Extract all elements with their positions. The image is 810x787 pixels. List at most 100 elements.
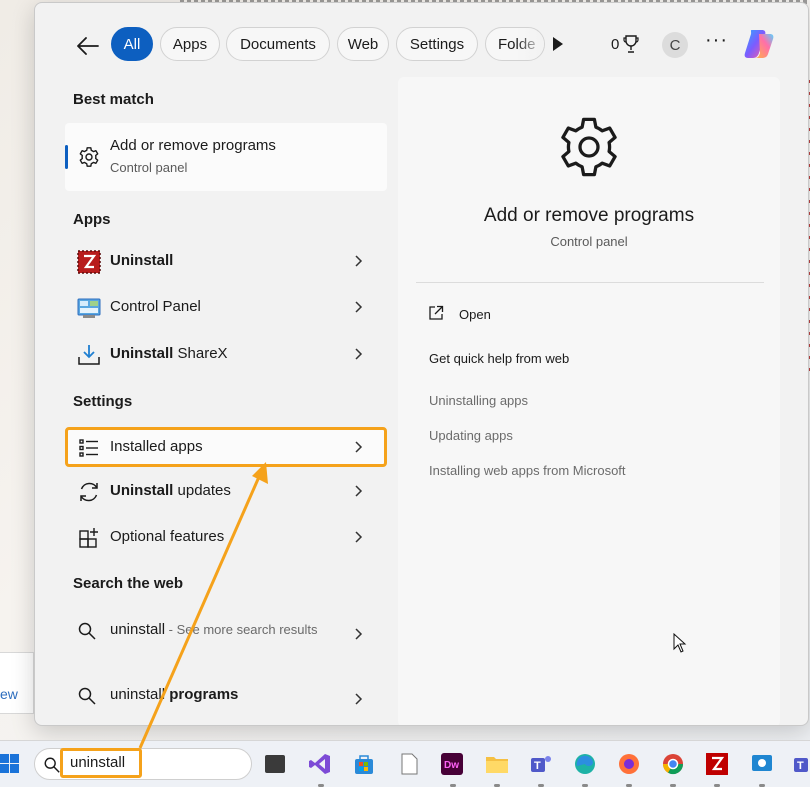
tab-apps[interactable]: Apps <box>160 27 220 61</box>
tab-documents[interactable]: Documents <box>226 27 330 61</box>
app-result-uninstall-sharex[interactable]: Uninstall ShareX <box>65 334 387 374</box>
setting-result-installed-apps[interactable]: Installed apps <box>65 427 387 467</box>
open-label: Open <box>459 307 491 322</box>
best-match-result[interactable]: Add or remove programs Control panel <box>65 123 387 191</box>
tab-all[interactable]: All <box>111 27 153 61</box>
arrow-left-icon <box>77 37 99 55</box>
rest-text: Control Panel <box>110 298 201 315</box>
file-explorer-icon[interactable] <box>485 752 509 776</box>
result-title: Add or remove programs <box>110 137 276 154</box>
gear-icon <box>561 117 617 177</box>
store-icon[interactable] <box>352 752 376 776</box>
query-text: uninstall <box>110 621 166 638</box>
app-result-control-panel[interactable]: Control Panel <box>65 287 387 327</box>
tab-label: Apps <box>172 35 208 53</box>
svg-text:T: T <box>797 760 804 772</box>
see-more-text: - See more search results <box>165 622 318 637</box>
chrome-icon[interactable] <box>661 752 685 776</box>
selection-indicator <box>65 145 68 169</box>
taskbar: uninstall Dw T T <box>0 740 810 787</box>
download-tray-icon <box>78 345 100 365</box>
result-label: Uninstall <box>110 252 173 269</box>
chevron-right-icon[interactable] <box>351 627 365 641</box>
teams-icon-2[interactable]: T <box>792 752 810 776</box>
filezilla-uninstall-icon <box>77 250 101 274</box>
gear-icon <box>79 147 99 167</box>
setting-result-optional-features[interactable]: Optional features <box>65 517 387 557</box>
app-result-uninstall[interactable]: Uninstall <box>65 241 387 281</box>
back-button[interactable] <box>75 33 101 59</box>
preview-subtitle: Control panel <box>550 234 628 249</box>
tab-settings[interactable]: Settings <box>396 27 478 61</box>
tab-folders[interactable]: Folde <box>485 27 545 61</box>
chevron-right-icon[interactable] <box>351 347 365 361</box>
suggestion-text: programs <box>165 686 239 703</box>
web-result-uninstall-programs[interactable]: uninstall programs <box>65 680 387 725</box>
rest-text: Optional features <box>110 528 225 545</box>
avatar[interactable]: C <box>662 32 688 58</box>
rewards-points[interactable]: 0 <box>611 35 639 53</box>
query-text: uninstall <box>110 686 166 703</box>
edge-icon[interactable] <box>573 752 597 776</box>
firefox-icon[interactable] <box>617 752 641 776</box>
result-label: Control Panel <box>110 298 201 315</box>
quick-help-link[interactable]: Installing web apps from Microsoft <box>429 463 626 478</box>
copilot-icon[interactable] <box>742 27 776 61</box>
chevron-right-icon[interactable] <box>351 300 365 314</box>
svg-text:T: T <box>534 760 541 772</box>
filezilla-icon[interactable] <box>705 752 729 776</box>
quick-help-link[interactable]: Updating apps <box>429 428 513 443</box>
quick-help-link[interactable]: Uninstalling apps <box>429 393 528 408</box>
match-text: Uninstall <box>110 482 174 499</box>
chevron-right-icon[interactable] <box>351 530 365 544</box>
filter-bar: All Apps Documents Web Settings Folde 0 … <box>35 27 808 63</box>
desktop-app-icon[interactable] <box>265 755 285 773</box>
settings-heading: Settings <box>73 393 133 410</box>
result-subtitle: Control panel <box>110 160 188 175</box>
tab-web[interactable]: Web <box>337 27 389 61</box>
visual-studio-icon[interactable] <box>308 752 332 776</box>
trophy-icon <box>623 35 639 53</box>
background-card <box>0 652 34 714</box>
background-link[interactable]: ew <box>0 686 18 702</box>
result-label: Installed apps <box>110 438 203 455</box>
dreamweaver-icon[interactable]: Dw <box>440 752 464 776</box>
tab-label: All <box>123 35 141 53</box>
chevron-right-icon[interactable] <box>351 254 365 268</box>
search-input[interactable]: uninstall <box>60 748 142 778</box>
windows-start-icon[interactable] <box>0 754 20 774</box>
remote-app-icon[interactable] <box>750 752 774 776</box>
teams-icon[interactable]: T <box>529 752 553 776</box>
add-grid-icon <box>79 528 98 548</box>
search-panel: All Apps Documents Web Settings Folde 0 … <box>34 2 809 726</box>
rest-text: updates <box>173 482 231 499</box>
more-filters-icon[interactable] <box>553 37 563 51</box>
setting-result-uninstall-updates[interactable]: Uninstall updates <box>65 471 387 511</box>
result-label: Optional features <box>110 528 224 545</box>
apps-heading: Apps <box>73 211 111 228</box>
tab-label: Settings <box>409 35 465 53</box>
web-result-see-more[interactable]: uninstall - See more search results <box>65 615 387 663</box>
tab-label: Web <box>347 35 379 53</box>
rest-text: ShareX <box>173 345 228 362</box>
preview-title: Add or remove programs <box>483 205 695 226</box>
tab-label: Folde <box>498 35 536 53</box>
mouse-cursor-icon <box>673 633 687 653</box>
match-text: Uninstall <box>110 345 174 362</box>
chevron-right-icon[interactable] <box>351 692 365 706</box>
chevron-right-icon[interactable] <box>351 440 365 454</box>
points-value: 0 <box>611 35 620 53</box>
chevron-right-icon[interactable] <box>351 484 365 498</box>
svg-text:Dw: Dw <box>444 760 459 771</box>
notepad-icon[interactable] <box>397 752 421 776</box>
divider <box>416 282 764 283</box>
tab-label: Documents <box>240 35 316 53</box>
result-label: Uninstall ShareX <box>110 345 228 362</box>
list-icon <box>79 439 98 457</box>
result-label: uninstall - See more search results <box>110 619 360 641</box>
preview-pane: Add or remove programs Control panel Ope… <box>398 77 780 725</box>
more-options-button[interactable]: ··· <box>705 29 728 52</box>
match-text: Uninstall <box>110 252 174 269</box>
taskbar-search-box[interactable]: uninstall <box>34 748 252 780</box>
search-icon <box>78 687 96 705</box>
